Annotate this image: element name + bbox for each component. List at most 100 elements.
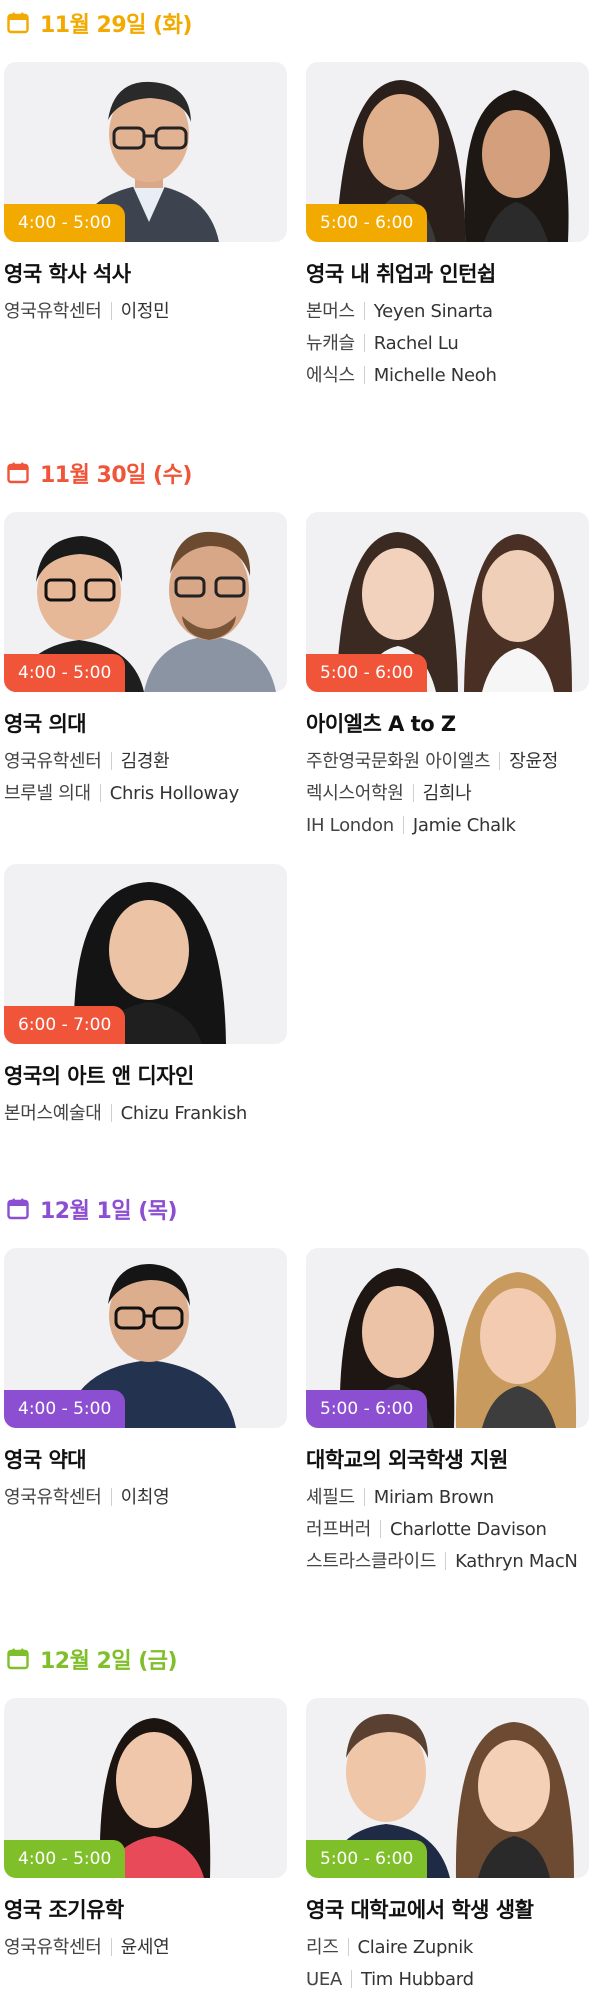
session-card[interactable]: 5:00 - 6:00 영국 내 취업과 인턴쉽 본머스 Yeyen Sinart… [306,62,589,392]
divider [99,784,101,802]
day-section-nov30: 11월 30일 (수) [0,458,593,488]
divider [363,334,365,352]
session-time-badge: 6:00 - 7:00 [4,1006,126,1044]
divider [412,784,414,802]
speaker-name: 김희나 [422,783,472,804]
divider [110,1938,112,1956]
day-date: 12월 1일 (목) [40,1199,178,1224]
session-title: 영국 내 취업과 인턴쉽 [306,262,496,286]
speaker-name: Michelle Neoh [373,365,497,386]
session-title: 영국 약대 [4,1448,87,1472]
calendar-icon [7,1648,29,1670]
day-section-dec1: 12월 1일 (목) [0,1194,593,1224]
speaker-list: 본머스예술대 Chizu Frankish [4,1098,287,1130]
speaker-name: 장윤정 [509,751,559,772]
speaker-org: 본머스예술대 [4,1103,102,1124]
speaker-list: 영국유학센터 윤세연 [4,1932,287,1964]
session-card[interactable]: 4:00 - 5:00 영국 의대 영국유학센터 김경환 브루넬 의대 Chris … [4,512,287,810]
day-header: 11월 29일 (화) [0,8,593,38]
session-title: 영국 대학교에서 학생 생활 [306,1898,534,1922]
session-time-badge: 5:00 - 6:00 [306,654,428,692]
session-title: 영국 학사 석사 [4,262,131,286]
session-time-badge: 5:00 - 6:00 [306,1840,428,1878]
session-card[interactable]: 5:00 - 6:00 대학교의 외국학생 지원 셰필드 Miriam Brown… [306,1248,589,1578]
divider [363,366,365,384]
session-card[interactable]: 5:00 - 6:00 아이엘츠 A to Z 주한영국문화원 아이엘츠 장윤정 … [306,512,589,842]
session-title: 영국의 아트 앤 디자인 [4,1064,194,1088]
speaker-photo: 5:00 - 6:00 [306,62,589,242]
session-time-badge: 4:00 - 5:00 [4,654,126,692]
speaker-row: 뉴캐슬 Rachel Lu [306,328,589,360]
speaker-row: UEA Tim Hubbard [306,1964,589,1996]
speaker-photo: 5:00 - 6:00 [306,1248,589,1428]
session-title: 영국 의대 [4,712,87,736]
speaker-list: 영국유학센터 김경환 브루넬 의대 Chris Holloway [4,746,287,810]
speaker-row: 본머스예술대 Chizu Frankish [4,1098,287,1130]
speaker-name: Kathryn MacN [455,1551,578,1572]
speaker-org: 영국유학센터 [4,1487,102,1508]
speaker-name: 윤세연 [120,1937,170,1958]
speaker-org: 주한영국문화원 아이엘츠 [306,751,491,772]
speaker-name: Charlotte Davison [390,1519,547,1540]
session-card[interactable]: 4:00 - 5:00 영국 학사 석사 영국유학센터 이정민 [4,62,287,328]
day-header: 12월 1일 (목) [0,1194,593,1224]
session-card[interactable]: 6:00 - 7:00 영국의 아트 앤 디자인 본머스예술대 Chizu Fra… [4,864,287,1130]
speaker-org: 리즈 [306,1937,339,1958]
speaker-org: 영국유학센터 [4,751,102,772]
speaker-org: 스트라스클라이드 [306,1551,437,1572]
speaker-photo: 4:00 - 5:00 [4,1698,287,1878]
session-time-badge: 5:00 - 6:00 [306,204,428,242]
speaker-org: 셰필드 [306,1487,355,1508]
speaker-name: Jamie Chalk [412,815,516,836]
speaker-list: 주한영국문화원 아이엘츠 장윤정 렉시스어학원 김희나 IH London Jamie… [306,746,589,842]
speaker-list: 본머스 Yeyen Sinarta 뉴캐슬 Rachel Lu 에식스 Michell… [306,296,589,392]
speaker-name: 이정민 [120,301,170,322]
day-section-nov29: 11월 29일 (화) [0,8,593,38]
speaker-photo: 6:00 - 7:00 [4,864,287,1044]
speaker-row: 영국유학센터 김경환 [4,746,287,778]
speaker-row: 영국유학센터 윤세연 [4,1932,287,1964]
session-card[interactable]: 4:00 - 5:00 영국 약대 영국유학센터 이최영 [4,1248,287,1514]
session-title: 영국 조기유학 [4,1898,124,1922]
speaker-name: Rachel Lu [373,333,459,354]
day-date: 11월 30일 (수) [40,463,192,488]
session-card[interactable]: 5:00 - 6:00 영국 대학교에서 학생 생활 리즈 Claire Zupn… [306,1698,589,1996]
speaker-row: 스트라스클라이드 Kathryn MacN [306,1546,589,1578]
speaker-name: Tim Hubbard [360,1969,474,1990]
speaker-org: 영국유학센터 [4,301,102,322]
speaker-org: 러프버러 [306,1519,372,1540]
speaker-name: Yeyen Sinarta [373,301,493,322]
speaker-org: 렉시스어학원 [306,783,404,804]
speaker-row: 셰필드 Miriam Brown [306,1482,589,1514]
speaker-row: 브루넬 의대 Chris Holloway [4,778,287,810]
speaker-row: 리즈 Claire Zupnik [306,1932,589,1964]
session-card[interactable]: 4:00 - 5:00 영국 조기유학 영국유학센터 윤세연 [4,1698,287,1964]
speaker-org: 에식스 [306,365,355,386]
day-header: 11월 30일 (수) [0,458,593,488]
speaker-list: 영국유학센터 이정민 [4,296,287,328]
speaker-photo: 5:00 - 6:00 [306,1698,589,1878]
speaker-row: 주한영국문화원 아이엘츠 장윤정 [306,746,589,778]
speaker-photo: 4:00 - 5:00 [4,62,287,242]
speaker-org: 본머스 [306,301,355,322]
speaker-org: IH London [306,815,394,836]
divider [402,816,404,834]
speaker-org: UEA [306,1969,342,1990]
speaker-row: IH London Jamie Chalk [306,810,589,842]
divider [363,302,365,320]
day-header: 12월 2일 (금) [0,1644,593,1674]
session-time-badge: 5:00 - 6:00 [306,1390,428,1428]
divider [110,302,112,320]
session-time-badge: 4:00 - 5:00 [4,1840,126,1878]
day-date: 12월 2일 (금) [40,1649,178,1674]
divider [380,1520,382,1538]
calendar-icon [7,462,29,484]
speaker-org: 뉴캐슬 [306,333,355,354]
session-title: 아이엘츠 A to Z [306,712,456,736]
speaker-row: 본머스 Yeyen Sinarta [306,296,589,328]
speaker-list: 셰필드 Miriam Brown 러프버러 Charlotte Davison 스트… [306,1482,589,1578]
divider [110,1104,112,1122]
speaker-row: 영국유학센터 이정민 [4,296,287,328]
speaker-photo: 4:00 - 5:00 [4,512,287,692]
speaker-row: 에식스 Michelle Neoh [306,360,589,392]
